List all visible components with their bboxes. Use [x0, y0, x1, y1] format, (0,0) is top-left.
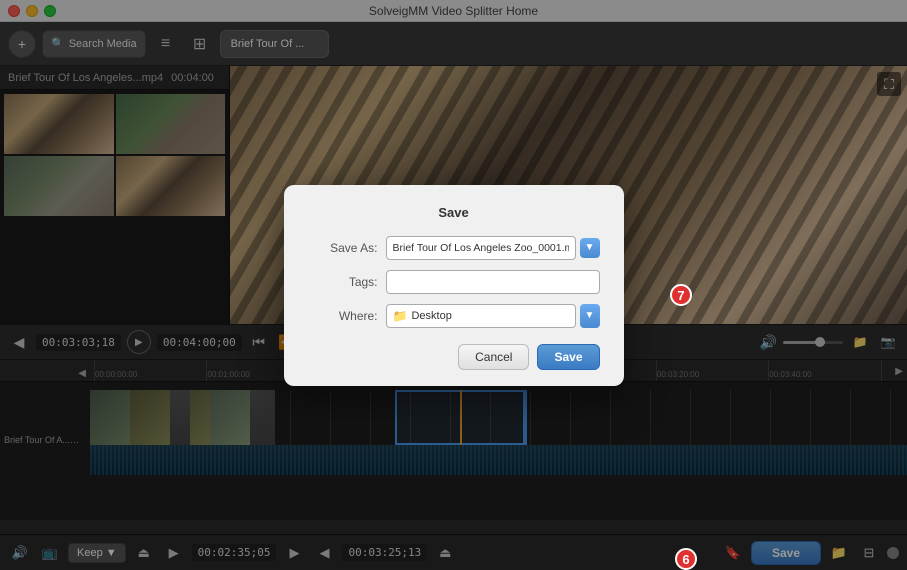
tags-input[interactable]	[386, 270, 600, 294]
where-row: Where: 📁 Desktop ▼	[308, 304, 600, 328]
folder-icon: 📁	[393, 309, 408, 323]
where-label: Where:	[308, 309, 378, 323]
badge-7: 7	[670, 284, 692, 306]
save-button[interactable]: Save	[537, 344, 599, 370]
cancel-button[interactable]: Cancel	[458, 344, 529, 370]
modal-buttons: Cancel Save	[308, 344, 600, 370]
where-dropdown-button[interactable]: ▼	[580, 304, 600, 328]
badge-6: 6	[675, 548, 697, 570]
where-input[interactable]: 📁 Desktop	[386, 304, 576, 328]
save-as-row: Save As: ▼	[308, 236, 600, 260]
tags-label: Tags:	[308, 275, 378, 289]
save-dialog: Save Save As: ▼ Tags: Where: 📁 Desktop ▼	[284, 185, 624, 386]
save-dialog-overlay: Save Save As: ▼ Tags: Where: 📁 Desktop ▼	[0, 0, 907, 570]
save-as-dropdown-button[interactable]: ▼	[580, 238, 600, 258]
tags-row: Tags:	[308, 270, 600, 294]
save-as-input[interactable]	[386, 236, 576, 260]
where-value: Desktop	[411, 310, 451, 322]
save-as-label: Save As:	[308, 241, 378, 255]
modal-title: Save	[308, 205, 600, 220]
